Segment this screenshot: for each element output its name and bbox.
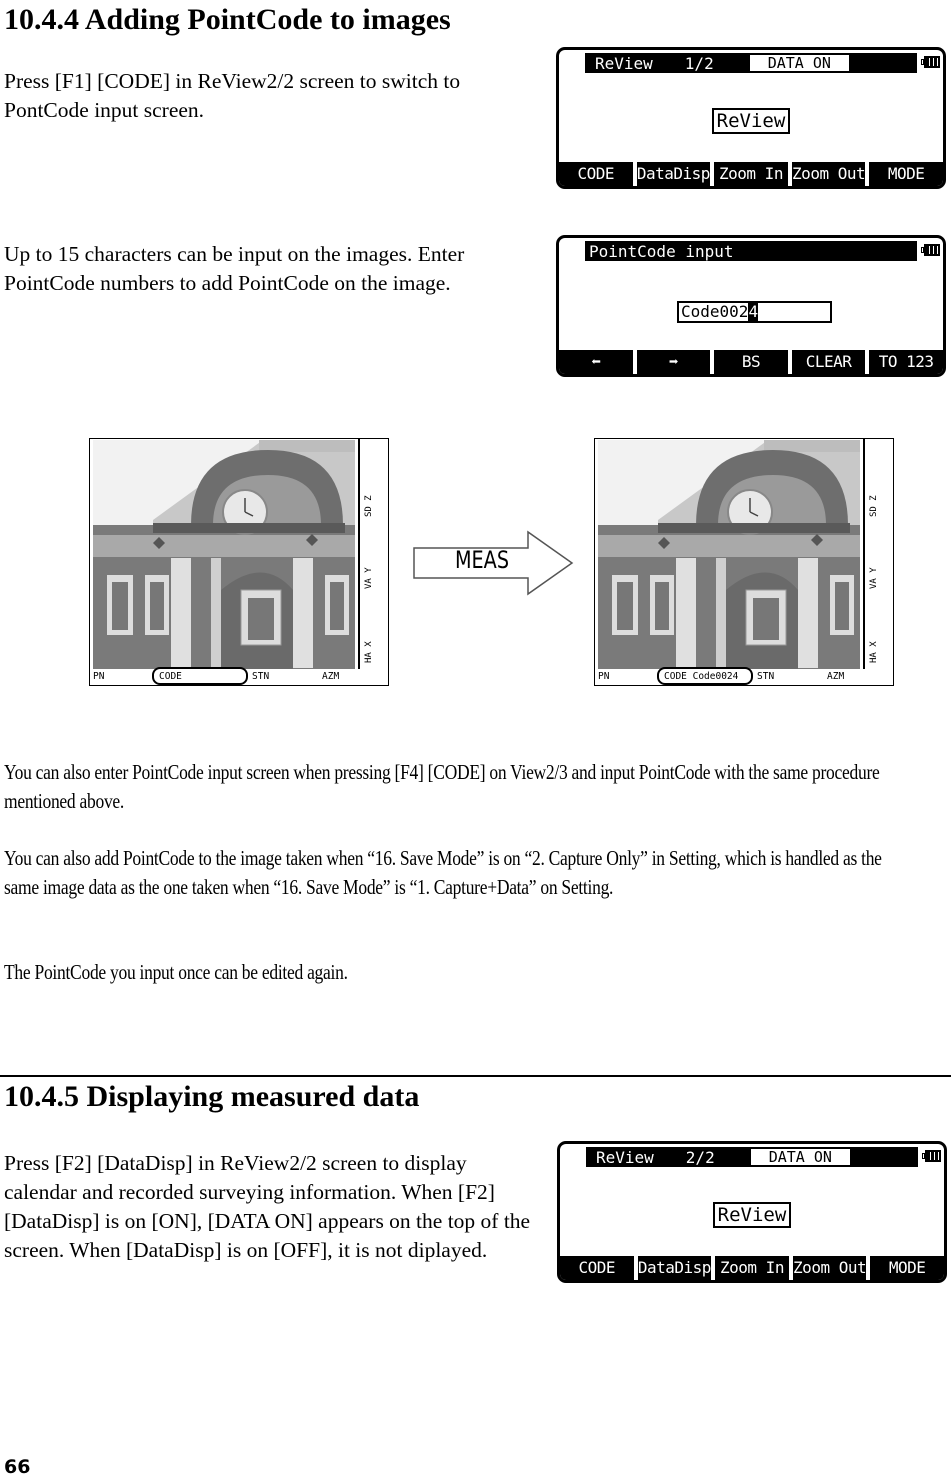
fkey-mode[interactable]: MODE xyxy=(866,1256,944,1280)
building-photo xyxy=(598,440,860,669)
review-label: ReView xyxy=(711,108,791,134)
arrow-left-icon: ⬅ xyxy=(591,352,601,371)
fkey-datadisp[interactable]: DataDisp xyxy=(633,1256,711,1280)
fkey-zoom-in[interactable]: Zoom In xyxy=(711,1256,789,1280)
measurement-side-labels: SD Z VA Y HA X xyxy=(863,439,893,669)
fkey-code[interactable]: CODE xyxy=(559,162,633,186)
label-pn: PN xyxy=(598,671,610,682)
fkey-zoom-out[interactable]: Zoom Out xyxy=(787,162,865,186)
lcd-screen-review-2-2: ReView 2/2 DATA ON ReView CODE DataDisp … xyxy=(557,1141,947,1283)
meas-arrow-label: MEAS xyxy=(454,546,510,574)
lcd-screen-review-1-2: ReView 1/2 DATA ON ReView CODE DataDisp … xyxy=(556,47,946,189)
pointcode-input-value: Code002 xyxy=(681,302,749,321)
function-key-bar: ⬅ ➡ BS CLEAR TO 123 xyxy=(559,350,943,374)
label-stn: STN xyxy=(757,671,775,682)
function-key-bar: CODE DataDisp Zoom In Zoom Out MODE xyxy=(560,1256,944,1280)
fkey-backspace[interactable]: BS xyxy=(710,350,788,374)
fkey-code[interactable]: CODE xyxy=(560,1256,634,1280)
section-heading-10-4-4: 10.4.4 Adding PointCode to images xyxy=(4,3,451,36)
paragraph-input-limits: Up to 15 characters can be input on the … xyxy=(4,242,465,295)
section-heading-10-4-5: 10.4.5 Displaying measured data xyxy=(4,1080,420,1113)
fkey-clear[interactable]: CLEAR xyxy=(787,350,866,374)
photo-before-measure: SD Z VA Y HA X PN CODE STN AZM xyxy=(89,438,389,686)
building-image xyxy=(598,440,860,669)
text-cursor: 4 xyxy=(748,302,759,321)
fkey-zoom-in[interactable]: Zoom In xyxy=(710,162,788,186)
label-azm: AZM xyxy=(827,671,845,682)
label-azm: AZM xyxy=(322,671,340,682)
side-label-va-y: VA Y xyxy=(364,567,374,589)
label-stn: STN xyxy=(252,671,270,682)
lcd-page-indicator: 2/2 xyxy=(685,1147,715,1167)
lcd-title-bar: ReView 2/2 DATA ON xyxy=(586,1147,918,1167)
side-label-sd-z: SD Z xyxy=(364,495,374,517)
code-highlight-oval xyxy=(152,667,248,685)
code-highlight-oval xyxy=(657,667,753,685)
review-label: ReView xyxy=(712,1202,792,1228)
lcd-title-bar: ReView 1/2 DATA ON xyxy=(585,53,917,73)
section-divider xyxy=(0,1075,951,1077)
page-number: 66 xyxy=(4,1456,31,1478)
fkey-cursor-left[interactable]: ⬅ xyxy=(559,350,633,374)
arrow-right-icon: ➡ xyxy=(668,352,679,371)
battery-full-icon xyxy=(919,54,941,70)
building-photo xyxy=(93,440,355,669)
fkey-datadisp[interactable]: DataDisp xyxy=(632,162,710,186)
paragraph-switch-to-pointcode: Press [F1] [CODE] in ReView2/2 screen to… xyxy=(4,69,461,122)
paragraph-capture-only: You can also add PointCode to the image … xyxy=(4,846,882,899)
photo-after-measure: SD Z VA Y HA X PN CODE Code0024 STN AZM xyxy=(594,438,894,686)
function-key-bar: CODE DataDisp Zoom In Zoom Out MODE xyxy=(559,162,943,186)
lcd-screen-pointcode-input: PointCode input Code0024 ⬅ ➡ BS CLEAR TO… xyxy=(556,235,946,377)
data-on-badge: DATA ON xyxy=(749,55,849,71)
data-on-badge: DATA ON xyxy=(750,1149,850,1165)
lcd-title-bar: PointCode input xyxy=(585,241,917,261)
paragraph-edit-again: The PointCode you input once can be edit… xyxy=(4,960,348,984)
lcd-page-indicator: 1/2 xyxy=(684,53,714,73)
fkey-zoom-out[interactable]: Zoom Out xyxy=(788,1256,866,1280)
battery-full-icon xyxy=(920,1148,942,1164)
label-pn: PN xyxy=(93,671,105,682)
battery-full-icon xyxy=(919,242,941,258)
side-label-ha-x: HA X xyxy=(364,641,374,663)
fkey-mode[interactable]: MODE xyxy=(865,162,943,186)
pointcode-input-field[interactable]: Code0024 xyxy=(677,301,832,323)
paragraph-datadisp: Press [F2] [DataDisp] in ReView2/2 scree… xyxy=(4,1151,531,1262)
side-label-sd-z: SD Z xyxy=(869,495,879,517)
side-label-ha-x: HA X xyxy=(869,641,879,663)
lcd-title: ReView xyxy=(595,53,653,73)
paragraph-view-2-3: You can also enter PointCode input scree… xyxy=(4,760,880,813)
fkey-to-123[interactable]: TO 123 xyxy=(865,350,943,374)
measurement-side-labels: SD Z VA Y HA X xyxy=(358,439,388,669)
lcd-title: PointCode input xyxy=(589,241,734,261)
fkey-cursor-right[interactable]: ➡ xyxy=(632,350,711,374)
building-image xyxy=(93,440,355,669)
side-label-va-y: VA Y xyxy=(869,567,879,589)
lcd-title: ReView xyxy=(596,1147,654,1167)
